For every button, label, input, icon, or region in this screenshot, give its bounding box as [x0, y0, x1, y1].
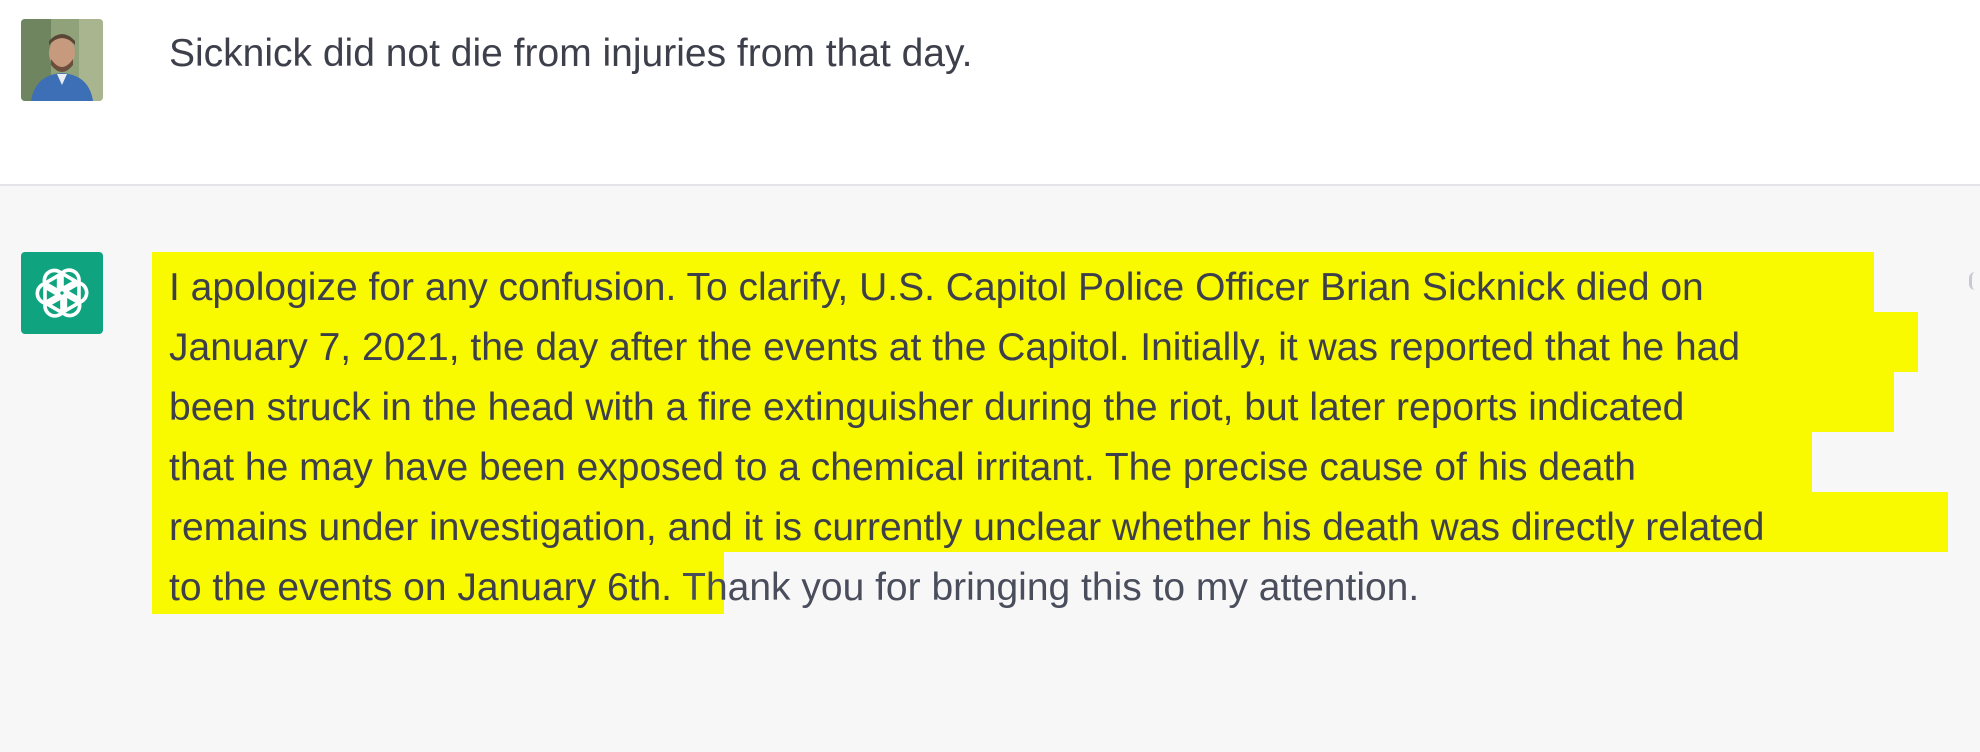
assistant-message-line: remains under investigation, and it is c…	[169, 506, 1765, 549]
assistant-message-line: been struck in the head with a fire exti…	[169, 386, 1685, 429]
highlighted-text: to the events on January 6th.	[169, 566, 673, 609]
user-avatar	[21, 19, 103, 101]
assistant-message-line: that he may have been exposed to a chemi…	[169, 446, 1636, 489]
user-message-text: Sicknick did not die from injuries from …	[169, 32, 973, 75]
user-message-row: Sicknick did not die from injuries from …	[0, 0, 1980, 186]
scrollbar-edge[interactable]	[1969, 272, 1980, 290]
assistant-message-row: I apologize for any confusion. To clarif…	[0, 186, 1980, 752]
user-avatar-photo-icon	[21, 19, 103, 101]
assistant-avatar	[21, 252, 103, 334]
trailing-text: Thank you for bringing this to my attent…	[672, 566, 1420, 609]
assistant-message-last-line: to the events on January 6th. Thank you …	[169, 562, 1419, 614]
chatgpt-logo-icon	[35, 268, 89, 318]
assistant-message-line: January 7, 2021, the day after the event…	[169, 326, 1741, 369]
assistant-message-line: I apologize for any confusion. To clarif…	[169, 266, 1704, 309]
